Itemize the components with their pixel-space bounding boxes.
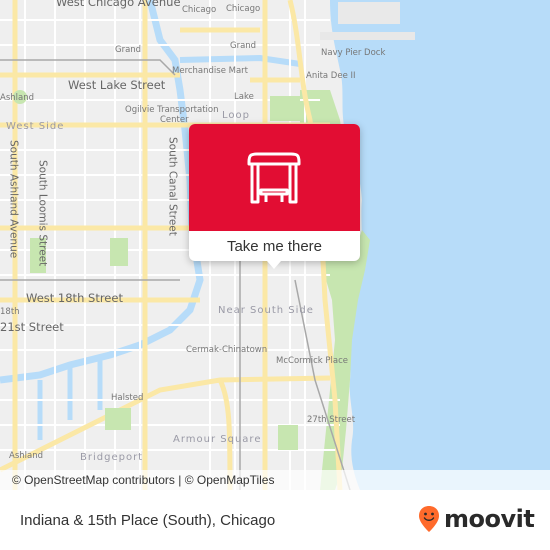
label-near-south-side: Near South Side (218, 305, 314, 316)
label-navy-pier-dock: Navy Pier Dock (321, 48, 386, 58)
label-south-canal-street: South Canal Street (166, 137, 179, 236)
label-chicago-station-2: Chicago (226, 4, 261, 14)
label-west-lake-street: West Lake Street (68, 78, 166, 92)
label-cermak-chinatown: Cermak-Chinatown (186, 345, 268, 355)
label-mccormick-place: McCormick Place (276, 356, 349, 366)
label-armour-square: Armour Square (173, 434, 262, 445)
label-ashland-station-2: Ashland (9, 451, 43, 461)
navy-pier (320, 32, 415, 40)
label-ogilvie-center: Center (160, 115, 189, 125)
label-west-side: West Side (6, 121, 65, 132)
label-lake-station: Lake (234, 92, 254, 102)
label-18th-station: 18th (0, 307, 20, 317)
stop-popup[interactable]: Take me there (189, 124, 360, 269)
moovit-pin-icon (419, 506, 439, 532)
map-attribution: © OpenStreetMap contributors | © OpenMap… (0, 470, 550, 490)
stop-title: Indiana & 15th Place (South), Chicago (20, 512, 276, 529)
bus-stop-shelter-icon (247, 152, 301, 204)
label-ashland-station: Ashland (0, 93, 34, 103)
label-south-ashland-avenue: South Ashland Avenue (7, 140, 20, 259)
label-halsted-station: Halsted (111, 393, 144, 403)
label-bridgeport: Bridgeport (80, 452, 144, 463)
label-ogilvie-transportation: Ogilvie Transportation (125, 105, 219, 115)
label-anita-dee-ii: Anita Dee II (306, 71, 356, 81)
label-grand-station: Grand (115, 45, 142, 55)
label-south-loomis-street: South Loomis Street (36, 160, 49, 267)
label-27th-street: 27th Street (307, 415, 356, 425)
label-21st-street: 21st Street (0, 320, 64, 334)
take-me-there-button[interactable]: Take me there (189, 231, 360, 261)
label-west-chicago-avenue: West Chicago Avenue (56, 0, 181, 9)
moovit-logo[interactable]: moovit (418, 505, 535, 533)
attribution-text[interactable]: © OpenStreetMap contributors | © OpenMap… (12, 473, 274, 487)
label-chicago-station: Chicago (182, 5, 217, 15)
pier-block (338, 2, 400, 24)
label-loop: Loop (222, 110, 250, 121)
popup-pointer (267, 261, 281, 269)
moovit-wordmark: moovit (444, 505, 535, 533)
popup-header (189, 124, 360, 231)
label-grand-station-2: Grand (230, 41, 257, 51)
label-merchandise-mart: Merchandise Mart (172, 66, 249, 76)
label-west-18th-street: West 18th Street (26, 291, 123, 305)
map-view[interactable]: West Chicago Avenue Chicago Chicago Gran… (0, 0, 550, 490)
